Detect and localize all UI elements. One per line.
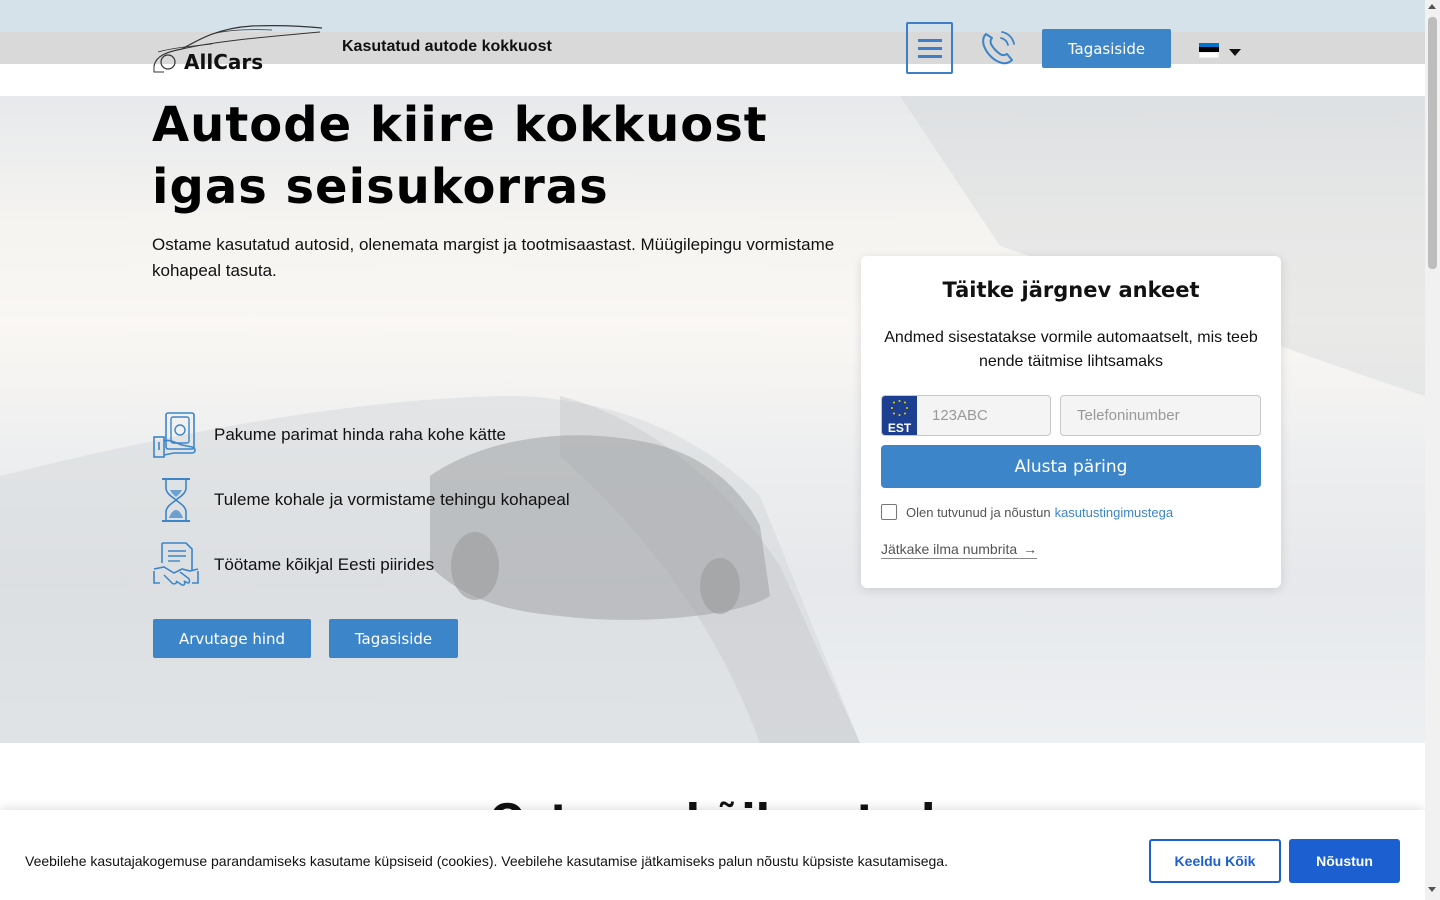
continue-without-plate-text: Jätkake ilma numbrita <box>881 541 1018 557</box>
terms-checkbox[interactable] <box>881 504 897 520</box>
page-scrollbar[interactable] <box>1425 0 1440 900</box>
header-feedback-button[interactable]: Tagasiside <box>1042 29 1171 68</box>
start-inquiry-button[interactable]: Alusta päring <box>881 445 1261 488</box>
feature-item: Töötame kõikjal Eesti piirides <box>152 541 652 589</box>
eu-stars-icon <box>891 400 908 416</box>
license-plate-input[interactable] <box>932 396 1047 435</box>
scroll-down-arrow-icon[interactable] <box>1428 887 1436 892</box>
license-plate-field[interactable]: EST <box>881 395 1051 436</box>
phone-icon[interactable] <box>978 28 1018 68</box>
feature-text: Töötame kõikjal Eesti piirides <box>214 555 435 574</box>
feature-text: Pakume parimat hinda raha kohe kätte <box>214 425 507 444</box>
header-tagline: Kasutatud autode kokkuost <box>342 38 552 55</box>
hero-description: Ostame kasutatud autosid, olenemata marg… <box>152 235 835 280</box>
contract-handshake-icon <box>153 542 199 586</box>
cookie-text: Veebilehe kasutajakogemuse parandamiseks… <box>25 853 948 869</box>
scrollbar-thumb[interactable] <box>1428 17 1437 269</box>
hero-title-line2: igas seisukorras <box>152 159 609 215</box>
terms-link[interactable]: kasutustingimustega <box>1055 505 1174 520</box>
hourglass-icon <box>162 478 190 522</box>
allcars-logo[interactable]: AllCars <box>152 22 322 74</box>
calculate-price-button[interactable]: Arvutage hind <box>153 619 311 658</box>
inquiry-form-card: Täitke järgnev ankeet Andmed sisestataks… <box>861 256 1281 588</box>
logo-text: AllCars <box>184 50 264 74</box>
plate-country-code: EST <box>887 421 912 435</box>
cookie-consent-bar: Veebilehe kasutajakogemuse parandamiseks… <box>0 810 1425 900</box>
accept-cookies-button[interactable]: Nõustun <box>1289 839 1400 883</box>
hero-title: Autode kiire kokkuost igas seisukorras <box>152 94 832 218</box>
money-hand-icon <box>153 412 196 458</box>
arrow-right-icon: → <box>1023 541 1038 557</box>
feature-text: Tuleme kohale ja vormistame tehingu koha… <box>214 490 570 509</box>
feature-item: Tuleme kohale ja vormistame tehingu koha… <box>152 476 652 524</box>
feature-item: Pakume parimat hinda raha kohe kätte <box>152 411 652 459</box>
deny-all-cookies-button[interactable]: Keeldu Kõik <box>1149 839 1281 883</box>
phone-number-input[interactable] <box>1077 396 1257 435</box>
hero-feedback-button[interactable]: Tagasiside <box>329 619 458 658</box>
form-title: Täitke järgnev ankeet <box>942 278 1200 302</box>
continue-without-plate-link[interactable]: Jätkake ilma numbrita → <box>881 541 1038 559</box>
scroll-up-arrow-icon[interactable] <box>1428 4 1436 9</box>
eu-plate-badge: EST <box>882 396 917 435</box>
caret-down-icon[interactable] <box>1229 49 1241 56</box>
hamburger-menu-icon[interactable] <box>906 22 953 74</box>
form-subtitle: Andmed sisestatakse vormile automaatselt… <box>884 329 1258 370</box>
phone-field[interactable] <box>1060 395 1261 436</box>
terms-text: Olen tutvunud ja nõustun <box>906 504 1051 520</box>
terms-agreement: Olen tutvunud ja nõustun kasutustingimus… <box>881 504 1173 520</box>
hero-title-line1: Autode kiire kokkuost <box>152 97 768 153</box>
estonia-flag-icon[interactable] <box>1199 43 1219 58</box>
